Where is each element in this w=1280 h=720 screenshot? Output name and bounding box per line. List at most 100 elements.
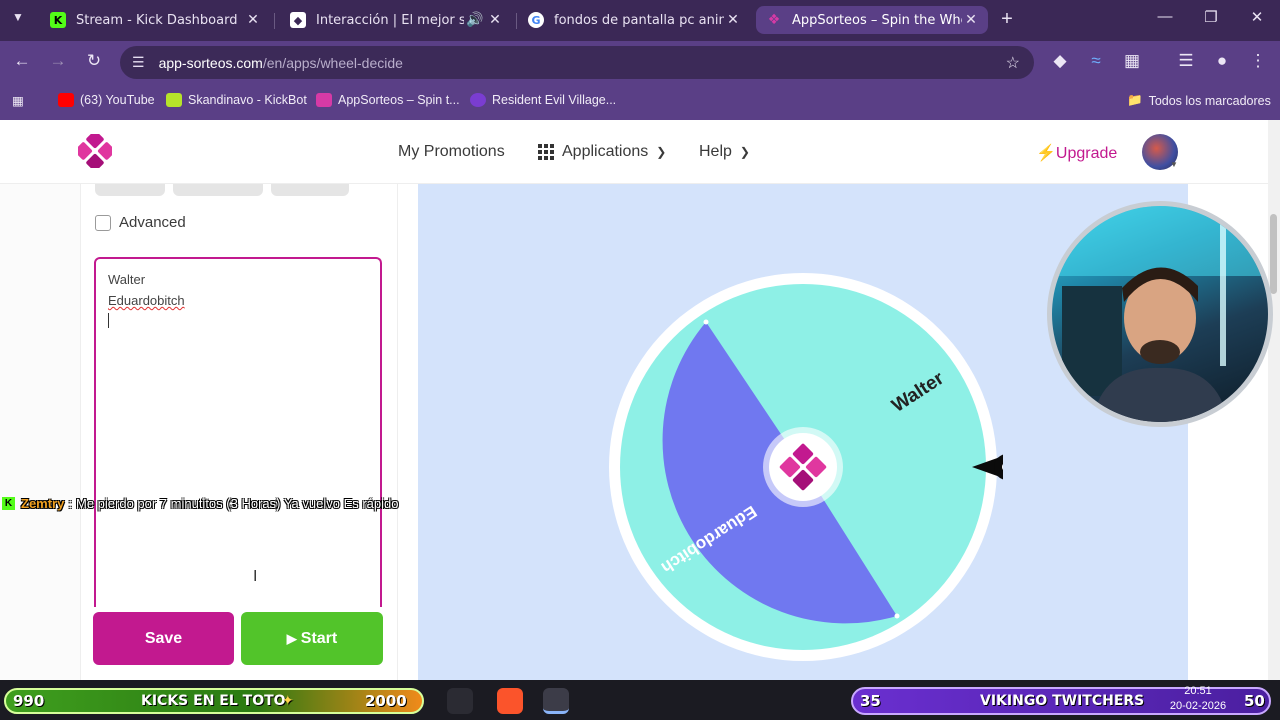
play-icon: ▶	[286, 630, 297, 646]
upgrade-label: Upgrade	[1055, 145, 1118, 162]
all-bookmarks[interactable]: 📁 Todos los marcadores	[1127, 93, 1271, 108]
reload-icon[interactable]: ↻	[82, 51, 106, 71]
chevron-down-icon: ❯	[656, 145, 667, 159]
apps-grid-icon[interactable]: ▦	[12, 93, 24, 108]
save-label: Save	[144, 629, 183, 647]
toolbar-chip-button[interactable]	[271, 184, 349, 196]
close-icon[interactable]: ✕	[724, 12, 742, 28]
profile-avatar-icon[interactable]: ●	[1210, 51, 1234, 71]
tab-kick-dashboard[interactable]: K Stream - Kick Dashboard ✕	[40, 6, 270, 34]
appsorteos-logo[interactable]	[78, 134, 112, 168]
bookmark-appsorteos[interactable]: AppSorteos – Spin t...	[316, 93, 460, 107]
sparkle-icon: ✦	[282, 693, 294, 709]
nav-label: Help	[699, 143, 732, 160]
advanced-toggle[interactable]: Advanced	[95, 214, 186, 231]
window-close-icon[interactable]: ✕	[1242, 8, 1272, 26]
bookmark-youtube[interactable]: (63) YouTube	[58, 93, 155, 107]
extensions-puzzle-icon[interactable]: ▦	[1120, 51, 1144, 71]
chat-username: Zemtry	[21, 496, 65, 511]
entry-line: Walter	[108, 272, 146, 287]
media-control-icon[interactable]: ☰	[1174, 51, 1198, 71]
apps-grid-icon	[538, 144, 554, 160]
chevron-down-icon[interactable]: ▼	[1170, 160, 1178, 169]
toolbar-chip-button[interactable]	[95, 184, 165, 196]
forward-arrow-icon[interactable]: →	[46, 51, 70, 71]
browser-toolbar: ← → ↻ ☰ app-sorteos.com/en/apps/wheel-de…	[0, 41, 1280, 85]
menu-kebab-icon[interactable]: ⋮	[1246, 51, 1270, 71]
restore-icon[interactable]: ❐	[1196, 8, 1226, 26]
chat-separator: :	[68, 496, 72, 511]
chat-message-text: Me pierdo por 7 minutitos (3 Horas) Ya v…	[75, 496, 399, 511]
advanced-checkbox[interactable]	[95, 214, 111, 231]
nav-label: My Promotions	[398, 143, 505, 160]
system-clock[interactable]: 20:51 20-02-2026	[1158, 684, 1238, 714]
upgrade-link[interactable]: ⚡Upgrade	[1036, 143, 1117, 163]
scrollbar-thumb[interactable]	[1270, 214, 1277, 294]
bookmark-star-icon[interactable]: ☆	[1006, 53, 1020, 73]
bookmark-kickbot[interactable]: Skandinavo - KickBot	[166, 93, 307, 107]
wheel-peg	[894, 613, 900, 619]
text-caret	[108, 313, 109, 328]
entries-textarea[interactable]: Walter Eduardobitch	[94, 257, 382, 607]
site-settings-icon[interactable]: ☰	[132, 54, 145, 71]
tab-divider	[516, 13, 517, 29]
kicks-goal-title: KICKS EN EL TOTO	[141, 693, 286, 709]
start-label: Start	[300, 629, 338, 647]
translate-extension-icon[interactable]: ≈	[1084, 51, 1108, 71]
bookmark-label: Skandinavo - KickBot	[188, 93, 307, 107]
vikingo-goal-value: 50	[1244, 692, 1265, 710]
page-scrollbar[interactable]	[1268, 120, 1280, 680]
folder-icon: 📁	[1127, 93, 1143, 107]
spin-wheel[interactable]: Walter Eduardobitch	[603, 270, 1003, 670]
close-icon[interactable]: ✕	[244, 12, 262, 28]
streamerbot-extension-icon[interactable]: ◆	[1048, 51, 1072, 71]
nav-my-promotions[interactable]: My Promotions	[398, 143, 505, 161]
chat-overlay-message: K Zemtry : Me pierdo por 7 minutitos (3 …	[2, 496, 399, 511]
bookmark-label: Resident Evil Village...	[492, 93, 617, 107]
youtube-icon	[58, 93, 74, 107]
all-bookmarks-label: Todos los marcadores	[1148, 93, 1271, 108]
close-icon[interactable]: ✕	[962, 12, 980, 28]
start-button[interactable]: ▶ Start	[241, 612, 383, 665]
wheel-hub[interactable]	[769, 433, 837, 501]
clock-time: 20:51	[1184, 685, 1212, 697]
entry-line: Eduardobitch	[108, 293, 185, 308]
clock-date: 20-02-2026	[1169, 700, 1227, 712]
appsorteos-icon	[316, 93, 332, 107]
nav-help[interactable]: Help ❯	[699, 143, 750, 161]
wheel-peg	[703, 319, 709, 325]
speaker-icon[interactable]: 🔊	[464, 12, 486, 28]
text-cursor-icon: I	[253, 568, 258, 585]
nav-label: Applications	[562, 143, 649, 160]
bookmark-label: AppSorteos – Spin t...	[338, 93, 460, 107]
tab-appsorteos[interactable]: ❖ AppSorteos – Spin the Wheel ( ✕	[756, 6, 988, 34]
browser-tab-strip: ▼ K Stream - Kick Dashboard ✕ ◆ Interacc…	[0, 0, 1280, 41]
tab-interaccion[interactable]: ◆ Interacción | El mejor softw 🔊 ✕	[280, 6, 512, 34]
save-button[interactable]: Save	[93, 612, 234, 665]
kicks-goal-value: 2000	[365, 692, 407, 710]
lightning-icon: ⚡	[1036, 145, 1056, 162]
vikingo-count: 35	[860, 692, 881, 710]
minimize-icon[interactable]: —	[1150, 8, 1180, 25]
webcam-overlay	[1047, 201, 1273, 427]
obs-taskbar-icon[interactable]	[447, 688, 473, 714]
new-tab-plus-icon[interactable]: +	[996, 8, 1018, 31]
tab-search-icon[interactable]: ▼	[12, 10, 24, 24]
toolbar-chip-button[interactable]	[173, 184, 263, 196]
back-arrow-icon[interactable]: ←	[10, 51, 34, 71]
address-bar[interactable]: ☰ app-sorteos.com/en/apps/wheel-decide ☆	[120, 46, 1034, 79]
brave-taskbar-icon[interactable]	[497, 688, 523, 714]
kick-icon: K	[2, 497, 15, 510]
tab-fondos[interactable]: G fondos de pantalla pc anime 4k ✕	[518, 6, 750, 34]
streamer-webcam-image	[1052, 206, 1268, 422]
bookmarks-bar: ▦ (63) YouTube Skandinavo - KickBot AppS…	[0, 85, 1280, 120]
appsorteos-icon: ❖	[767, 12, 781, 28]
chrome-taskbar-icon[interactable]	[543, 688, 569, 714]
app-header: My Promotions Applications ❯ Help ❯ ⚡Upg…	[0, 120, 1268, 184]
tab-title: AppSorteos – Spin the Wheel (	[792, 12, 962, 28]
close-icon[interactable]: ✕	[486, 12, 504, 28]
kick-icon: K	[50, 12, 66, 28]
bookmark-resident-evil[interactable]: Resident Evil Village...	[470, 93, 616, 107]
url-host: app-sorteos.com	[158, 54, 263, 71]
nav-applications[interactable]: Applications ❯	[538, 143, 666, 161]
